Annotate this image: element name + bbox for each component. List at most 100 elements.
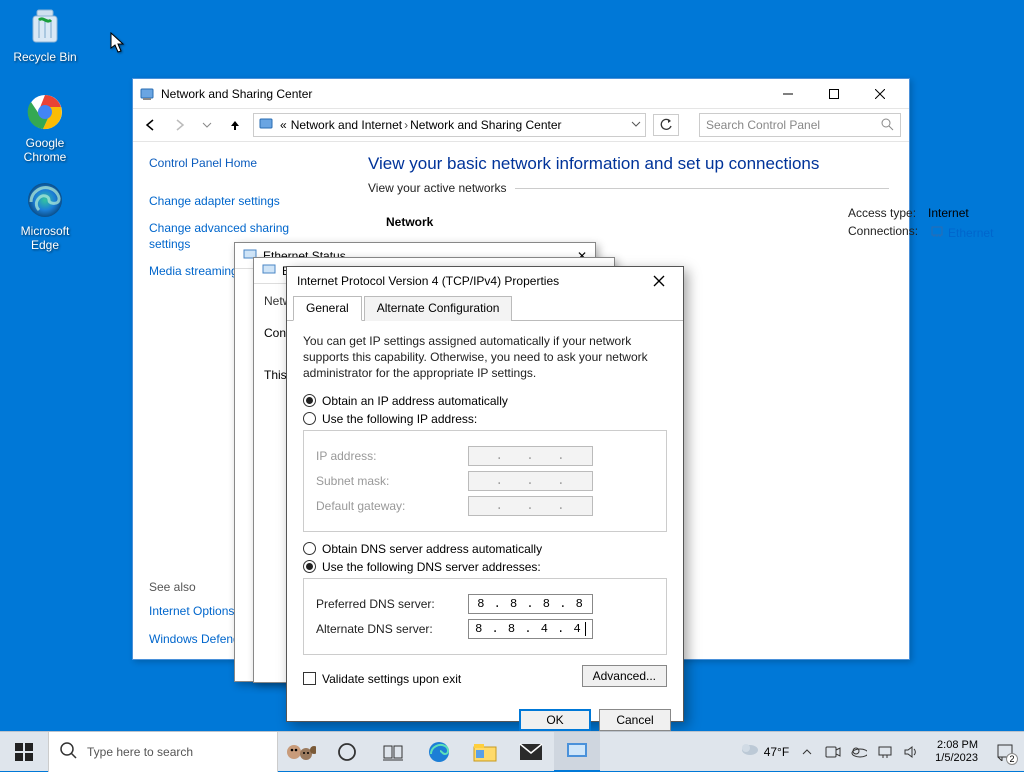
network-name: Network	[386, 215, 889, 229]
advanced-button[interactable]: Advanced...	[582, 665, 667, 687]
control-panel-home-link[interactable]: Control Panel Home	[149, 156, 332, 172]
forward-button[interactable]	[169, 115, 189, 135]
radio-use-dns[interactable]: Use the following DNS server addresses:	[303, 560, 667, 574]
taskbar-search[interactable]: Type here to search	[48, 732, 278, 772]
tab-alternate[interactable]: Alternate Configuration	[364, 296, 513, 321]
desktop-icon-label: Recycle Bin	[8, 50, 82, 64]
address-icon	[258, 116, 274, 135]
cursor-icon	[110, 32, 126, 54]
weather-widget[interactable]: 47°F	[740, 741, 789, 762]
network-details: Access type:Internet Connections: Ethern…	[848, 206, 993, 245]
refresh-button[interactable]	[653, 114, 679, 136]
dialog-title: Internet Protocol Version 4 (TCP/IPv4) P…	[297, 274, 645, 288]
task-view-button[interactable]	[370, 732, 416, 772]
preferred-dns-input[interactable]: 8 . 8 . 8 . 8	[468, 594, 593, 614]
window-title: Network and Sharing Center	[161, 87, 765, 101]
sidebar-link-adapter[interactable]: Change adapter settings	[149, 194, 332, 210]
connection-link[interactable]: Ethernet	[930, 224, 993, 241]
ok-button[interactable]: OK	[519, 709, 591, 731]
access-type-value: Internet	[928, 206, 969, 220]
breadcrumb-back[interactable]: «	[280, 118, 287, 132]
page-heading: View your basic network information and …	[368, 154, 889, 174]
preferred-dns-label: Preferred DNS server:	[316, 597, 468, 611]
cancel-button[interactable]: Cancel	[599, 709, 671, 731]
tray-volume-icon[interactable]	[903, 744, 919, 760]
access-type-label: Access type:	[848, 206, 916, 220]
taskbar-app-mail[interactable]	[508, 732, 554, 772]
address-dropdown[interactable]	[631, 118, 641, 132]
maximize-button[interactable]	[811, 79, 857, 108]
taskbar-app-control-panel[interactable]	[554, 732, 600, 772]
subnet-input: ...	[468, 471, 593, 491]
date-text: 1/5/2023	[935, 752, 978, 765]
desktop-icon-google-chrome[interactable]: Google Chrome	[8, 90, 82, 164]
dns-fields-group: Preferred DNS server:8 . 8 . 8 . 8 Alter…	[303, 578, 667, 655]
time-text: 2:08 PM	[935, 739, 978, 752]
window-titlebar[interactable]: Network and Sharing Center	[133, 79, 909, 108]
close-button[interactable]	[645, 267, 673, 295]
notifications-button[interactable]: 2	[994, 741, 1016, 763]
cortana-button[interactable]	[324, 732, 370, 772]
tray-meet-now-icon[interactable]	[825, 744, 841, 760]
toolbar: « Network and Internet › Network and Sha…	[133, 108, 909, 142]
checkbox-icon	[303, 672, 316, 685]
chevron-right-icon: ›	[404, 118, 408, 132]
radio-obtain-ip-auto[interactable]: Obtain an IP address automatically	[303, 394, 667, 408]
system-tray: 47°F 2:08 PM 1/5/2023 2	[732, 739, 1024, 764]
recycle-bin-icon	[23, 4, 67, 48]
news-interests-button[interactable]	[278, 732, 324, 772]
search-box[interactable]	[699, 113, 901, 137]
tray-network-icon[interactable]	[877, 744, 893, 760]
search-placeholder: Type here to search	[87, 745, 193, 759]
dialog-titlebar[interactable]: Internet Protocol Version 4 (TCP/IPv4) P…	[287, 267, 683, 295]
desktop-icon-label: Microsoft Edge	[8, 224, 82, 252]
radio-icon	[303, 394, 316, 407]
notification-count: 2	[1006, 753, 1018, 765]
radio-obtain-dns-auto[interactable]: Obtain DNS server address automatically	[303, 542, 667, 556]
taskbar-app-edge[interactable]	[416, 732, 462, 772]
clock[interactable]: 2:08 PM 1/5/2023	[929, 739, 984, 764]
taskbar-app-explorer[interactable]	[462, 732, 508, 772]
tray-chevron-up-icon[interactable]	[799, 744, 815, 760]
edge-icon	[23, 178, 67, 222]
ipv4-properties-dialog: Internet Protocol Version 4 (TCP/IPv4) P…	[286, 266, 684, 722]
radio-icon	[303, 542, 316, 555]
chrome-icon	[23, 90, 67, 134]
validate-checkbox[interactable]: Validate settings upon exit	[303, 672, 461, 686]
recent-dropdown[interactable]	[197, 115, 217, 135]
taskbar: Type here to search 47°F 2:08 PM 1/5/202…	[0, 731, 1024, 771]
ip-fields-group: IP address:... Subnet mask:... Default g…	[303, 430, 667, 532]
start-button[interactable]	[0, 732, 48, 772]
breadcrumb-bar[interactable]: « Network and Internet › Network and Sha…	[253, 113, 646, 137]
minimize-button[interactable]	[765, 79, 811, 108]
desktop-icon-microsoft-edge[interactable]: Microsoft Edge	[8, 178, 82, 252]
desktop-icon-recycle-bin[interactable]: Recycle Bin	[8, 4, 82, 64]
radio-icon	[303, 560, 316, 573]
weather-icon	[740, 741, 760, 762]
alternate-dns-input[interactable]: 8 . 8 . 4 . 4	[468, 619, 593, 639]
tab-general[interactable]: General	[293, 296, 362, 321]
radio-icon	[303, 412, 316, 425]
ip-address-input: ...	[468, 446, 593, 466]
gateway-label: Default gateway:	[316, 499, 468, 513]
ip-address-label: IP address:	[316, 449, 468, 463]
network-icon	[262, 262, 276, 279]
search-icon	[59, 741, 77, 762]
search-input[interactable]	[706, 118, 880, 132]
weather-temp: 47°F	[764, 745, 789, 759]
desktop-icon-label: Google Chrome	[8, 136, 82, 164]
text-cursor	[585, 622, 586, 636]
active-networks-label: View your active networks	[368, 181, 515, 195]
alternate-dns-label: Alternate DNS server:	[316, 622, 468, 636]
up-button[interactable]	[225, 115, 245, 135]
radio-use-ip[interactable]: Use the following IP address:	[303, 412, 667, 426]
breadcrumb-item[interactable]: Network and Internet	[291, 118, 402, 132]
breadcrumb-item[interactable]: Network and Sharing Center	[410, 118, 561, 132]
ethernet-icon	[930, 224, 944, 241]
tab-bar: General Alternate Configuration	[287, 295, 683, 321]
back-button[interactable]	[141, 115, 161, 135]
description-text: You can get IP settings assigned automat…	[303, 333, 667, 382]
tray-onedrive-icon[interactable]	[851, 744, 867, 760]
close-button[interactable]	[857, 79, 903, 108]
app-icon	[139, 86, 155, 102]
